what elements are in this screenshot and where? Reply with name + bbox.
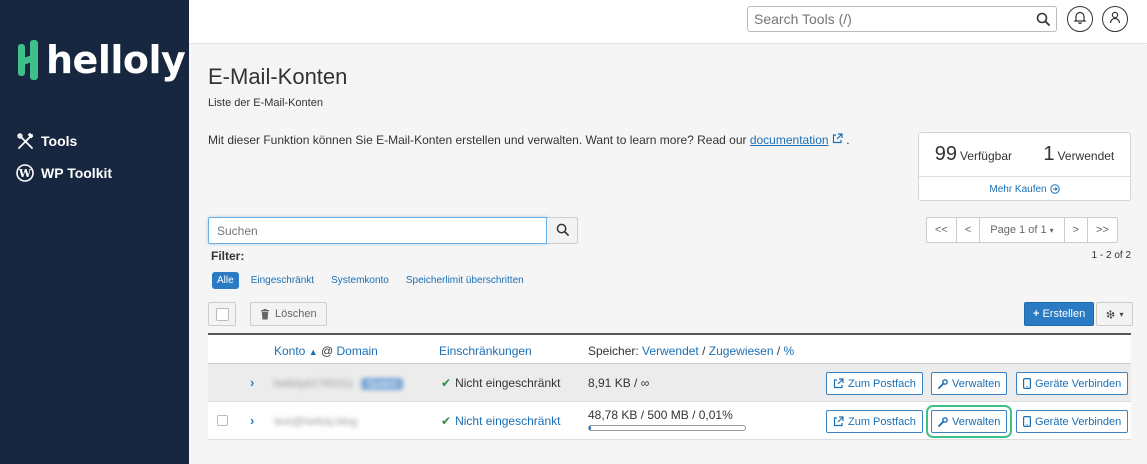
filter-system-account[interactable]: Systemkonto [331,275,389,286]
arrow-circle-right-icon [1049,184,1060,194]
logo-mark-icon [16,40,42,80]
table-row: › test@helloly.blog ✔ Nicht eingeschränkt… [208,402,1131,440]
wrench-icon [938,416,948,427]
external-link-icon [833,378,844,389]
page-prev-button[interactable]: < [957,218,981,242]
account-search [208,217,578,244]
external-link-icon[interactable] [832,133,843,147]
bell-icon [1073,11,1087,27]
sidebar-nav: Tools W WP Toolkit [16,130,112,194]
page-title: E-Mail-Konten [208,64,348,89]
page-select[interactable]: Page 1 of 1 ▾ [980,218,1065,242]
sidebar: helloly Tools W WP Toolkit [0,0,189,464]
sidebar-item-label: Tools [41,133,78,149]
wordpress-icon: W [16,164,34,182]
table-header: Konto ▲ @ Domain Einschränkungen Speiche… [208,333,1131,364]
settings-dropdown-button[interactable]: ▾ [1096,302,1133,326]
account-name: test@helloly.blog [274,416,358,428]
main-content: E-Mail-Konten Liste der E-Mail-Konten Mi… [189,45,1147,464]
user-menu-button[interactable] [1102,6,1128,32]
buy-more-link[interactable]: Mehr Kaufen [919,177,1130,201]
page-subtitle: Liste der E-Mail-Konten [208,97,323,109]
stat-used: 1 Verwendet [1043,143,1115,165]
filter-all[interactable]: Alle [212,272,239,289]
header-storage: Speicher: Verwendet / Zugewiesen / % [588,344,795,358]
documentation-link[interactable]: documentation [750,133,829,147]
select-all-checkbox[interactable] [215,307,229,321]
create-account-button[interactable]: + Erstellen [1024,302,1095,326]
filter-list: Alle Eingeschränkt Systemkonto Speicherl… [212,272,541,289]
sort-assigned-link[interactable]: Zugewiesen [709,344,774,358]
wrench-icon [938,378,948,389]
connect-devices-button[interactable]: Geräte Verbinden [1016,372,1129,395]
sort-percent-link[interactable]: % [784,344,795,358]
storage-progress-bar [588,425,746,431]
system-badge: System [361,378,404,390]
open-mailbox-button[interactable]: Zum Postfach [826,410,923,433]
page-first-button[interactable]: << [927,218,957,242]
pagination: << < Page 1 of 1 ▾ > >> [926,217,1118,243]
manage-button[interactable]: Verwalten [931,372,1008,395]
sidebar-item-label: WP Toolkit [41,165,113,181]
filter-label: Filter: [211,249,245,263]
mobile-icon [1023,416,1031,427]
delete-button[interactable]: Löschen [250,302,327,326]
open-mailbox-button[interactable]: Zum Postfach [826,372,923,395]
restriction-status[interactable]: ✔ Nicht eingeschränkt [441,414,560,428]
intro-text: Mit dieser Funktion können Sie E-Mail-Ko… [208,133,850,147]
plus-icon: + [1033,308,1040,320]
notifications-button[interactable] [1067,6,1093,32]
header-account: Konto ▲ @ Domain [274,344,378,358]
table-row: › helloly61765311 System ✔ Nicht eingeschr… [208,364,1131,402]
filter-storage-exceeded[interactable]: Speicherlimit überschritten [406,275,524,286]
account-search-input[interactable] [208,217,547,244]
storage-progress-fill [589,426,591,430]
caret-down-icon: ▾ [1049,225,1054,235]
select-all-button[interactable] [208,302,236,326]
filter-restricted[interactable]: Eingeschränkt [251,275,314,286]
svg-text:W: W [18,167,32,180]
brand-name: helloly [46,38,186,82]
result-count: 1 - 2 of 2 [1091,250,1131,261]
trash-icon [260,308,270,320]
storage-value: 8,91 KB / ∞ [588,376,650,390]
restriction-status: ✔ Nicht eingeschränkt [441,376,561,390]
check-icon: ✔ [441,414,452,428]
sort-used-link[interactable]: Verwendet [642,344,699,358]
expand-chevron-icon[interactable]: › [250,375,254,390]
account-search-button[interactable] [547,217,578,244]
row-checkbox[interactable] [217,415,228,429]
sort-asc-icon[interactable]: ▲ [309,347,318,357]
sort-account-link[interactable]: Konto [274,344,305,358]
sidebar-item-wp-toolkit[interactable]: W WP Toolkit [16,162,112,184]
gear-icon [1105,309,1116,320]
account-name: helloly61765311 System [274,376,404,390]
manage-button[interactable]: Verwalten [925,405,1013,438]
header-restrictions: Einschränkungen [439,344,532,358]
topbar [189,0,1147,44]
sort-domain-link[interactable]: Domain [337,344,378,358]
brand-logo[interactable]: helloly [16,38,186,82]
external-link-icon [833,416,844,427]
sidebar-item-tools[interactable]: Tools [16,130,112,152]
page-next-button[interactable]: > [1065,218,1089,242]
search-icon [556,223,569,239]
sort-restrictions-link[interactable]: Einschränkungen [439,344,532,358]
search-tools-box [747,6,1057,32]
check-icon: ✔ [441,376,452,390]
stat-available: 99 Verfügbar [934,143,1012,165]
quota-stats-box: 99 Verfügbar 1 Verwendet Mehr Kaufen [918,132,1131,201]
caret-down-icon: ▾ [1119,309,1124,319]
connect-devices-button[interactable]: Geräte Verbinden [1016,410,1129,433]
expand-chevron-icon[interactable]: › [250,413,254,428]
search-tools-input[interactable] [748,8,1030,30]
page-last-button[interactable]: >> [1088,218,1117,242]
tools-icon [16,132,34,150]
storage-value: 48,78 KB / 500 MB / 0,01% [588,408,733,422]
accounts-table: Konto ▲ @ Domain Einschränkungen Speiche… [208,333,1131,440]
mobile-icon [1023,378,1031,389]
search-icon[interactable] [1030,12,1056,26]
user-icon [1109,11,1121,27]
